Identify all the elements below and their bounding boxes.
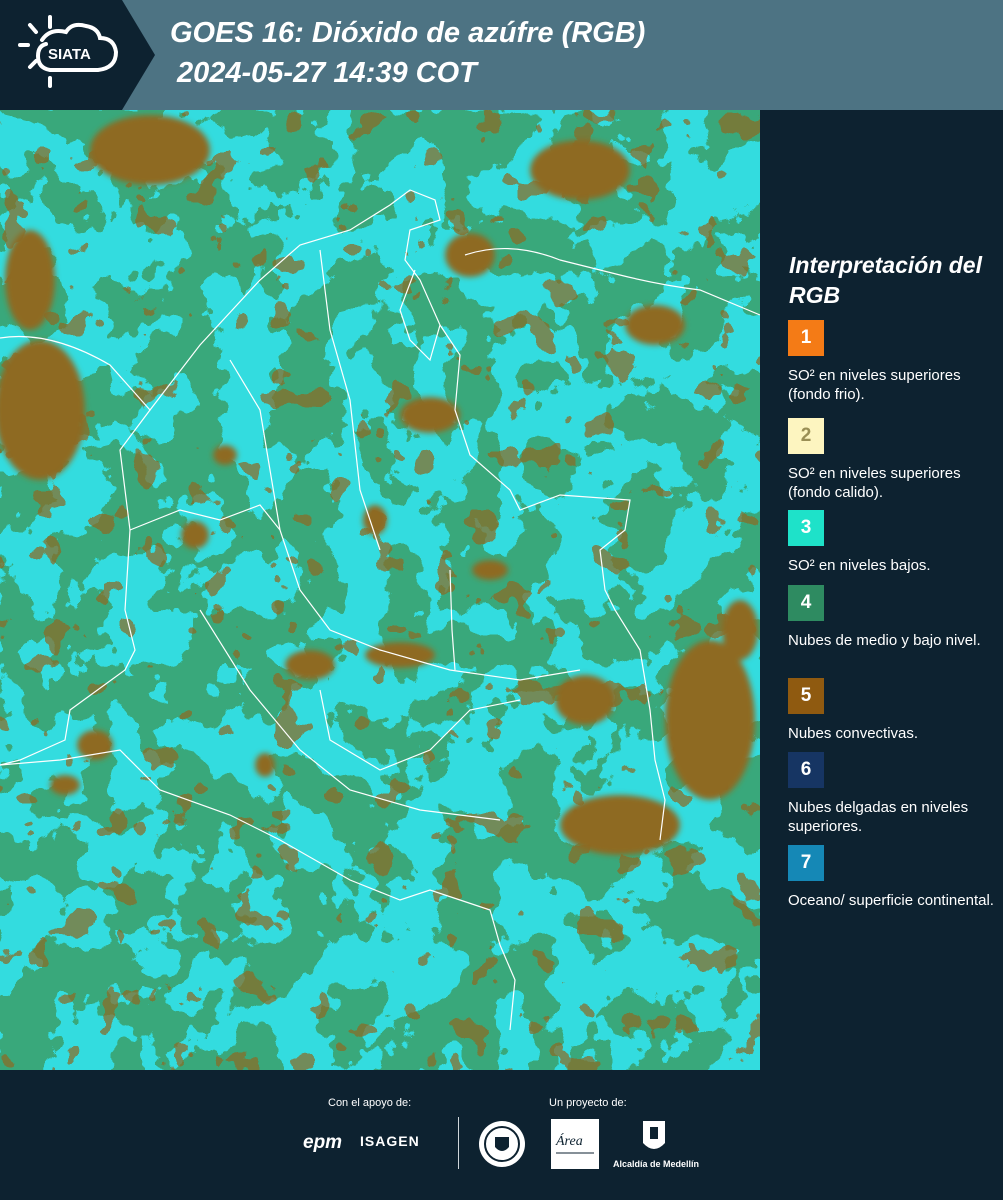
legend-title: Interpretación del RGB: [789, 252, 982, 308]
map-title: GOES 16: Dióxido de azúfre (RGB): [170, 17, 646, 49]
isagen-logo: ISAGEN: [360, 1133, 420, 1149]
legend-swatch: 4: [788, 585, 824, 621]
legend-item-3: 3 SO² en niveles bajos.: [788, 510, 998, 575]
header-bar: SIATA GOES 16: Dióxido de azúfre (RGB) 2…: [0, 0, 1003, 110]
university-seal-icon: [479, 1121, 525, 1167]
satellite-image: [0, 110, 760, 1070]
legend-swatch: 3: [788, 510, 824, 546]
legend-panel: Interpretación del RGB 1 SO² en niveles s…: [762, 110, 1003, 1070]
legend-text: Nubes delgadas en niveles superiores.: [788, 799, 969, 835]
legend-item-4: 4 Nubes de medio y bajo nivel.: [788, 585, 998, 650]
svg-text:Área: Área: [555, 1132, 583, 1149]
legend-text: Nubes convectivas.: [788, 725, 919, 742]
project-label: Un proyecto de:: [549, 1097, 627, 1109]
legend-swatch: 6: [788, 752, 824, 788]
legend-item-2: 2 SO² en niveles superiores (fondo calido…: [788, 418, 998, 502]
legend-swatch: 1: [788, 320, 824, 356]
support-label: Con el apoyo de:: [328, 1097, 412, 1109]
map-timestamp: 2024-05-27 14:39 COT: [177, 57, 477, 89]
alcaldia-shield-icon: [643, 1121, 665, 1149]
legend-item-7: 7 Oceano/ superficie continental.: [788, 845, 998, 910]
legend-item-6: 6 Nubes delgadas en niveles superiores.: [788, 752, 998, 836]
convective-texture: [0, 110, 760, 1070]
footer-bar: Con el apoyo de: Un proyecto de: epm ISA…: [0, 1070, 1003, 1200]
legend-swatch: 5: [788, 678, 824, 714]
legend-item-5: 5 Nubes convectivas.: [788, 678, 998, 743]
legend-item-1: 1 SO² en niveles superiores (fondo frio).: [788, 320, 998, 404]
area-metropolitana-logo: Área: [551, 1119, 599, 1169]
legend-swatch: 2: [788, 418, 824, 454]
legend-text: Nubes de medio y bajo nivel.: [788, 632, 981, 649]
epm-logo: epm: [303, 1132, 343, 1153]
siata-logo-icon: SIATA: [18, 15, 119, 88]
satellite-map[interactable]: [0, 110, 760, 1070]
legend-text: SO² en niveles bajos.: [788, 557, 931, 574]
legend-text: Oceano/ superficie continental.: [788, 892, 994, 909]
logo-panel: SIATA: [0, 0, 155, 110]
footer-divider: [458, 1117, 459, 1169]
svg-text:SIATA: SIATA: [48, 46, 91, 63]
legend-text: SO² en niveles superiores (fondo frio).: [788, 367, 961, 403]
alcaldia-label: Alcaldía de Medellín: [613, 1159, 700, 1169]
legend-text: SO² en niveles superiores (fondo calido)…: [788, 465, 961, 501]
legend-swatch: 7: [788, 845, 824, 881]
